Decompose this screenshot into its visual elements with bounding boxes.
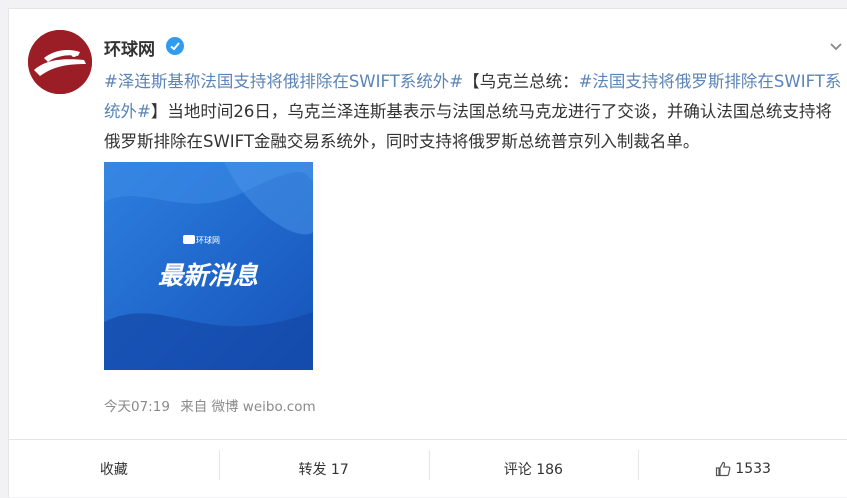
- post-image[interactable]: 环球网 最新消息: [104, 162, 313, 370]
- repost-label: 转发 17: [298, 462, 349, 478]
- huanqiu-small-logo-icon: 环球网: [183, 235, 220, 245]
- repost-button[interactable]: 转发 17: [218, 440, 429, 498]
- author-name[interactable]: 环球网: [104, 35, 155, 60]
- post-source[interactable]: 来自 微博 weibo.com: [180, 399, 315, 415]
- hashtag-link[interactable]: #泽连斯基称法国支持将俄排除在SWIFT系统外#: [104, 72, 463, 91]
- weibo-post-card: 环球网 #泽连斯基称法国支持将俄排除在SWIFT系统外#【乌克兰总统：#法国支持…: [8, 8, 847, 497]
- post-time[interactable]: 今天07:19: [104, 399, 170, 415]
- post-meta: 今天07:19 来自 微博 weibo.com: [104, 395, 316, 415]
- huanqiu-logo-icon: [28, 30, 92, 94]
- comment-button[interactable]: 评论 186: [428, 440, 639, 498]
- action-bar: 收藏 转发 17 评论 186 1533: [9, 440, 847, 498]
- author-avatar[interactable]: [28, 30, 92, 94]
- image-headline: 最新消息: [158, 261, 259, 290]
- post-text: #泽连斯基称法国支持将俄排除在SWIFT系统外#【乌克兰总统：#法国支持将俄罗斯…: [104, 67, 844, 157]
- chevron-down-icon[interactable]: [829, 39, 843, 53]
- thumb-logo-text: 环球网: [196, 235, 220, 245]
- comment-label: 评论 186: [503, 462, 563, 478]
- post-text-segment: 】当地时间26日，乌克兰泽连斯基表示与法国总统马克龙进行了交谈，并确认法国总统支…: [104, 102, 832, 151]
- like-button[interactable]: 1533: [638, 440, 847, 498]
- like-count: 1533: [735, 461, 771, 477]
- favorite-button[interactable]: 收藏: [9, 440, 219, 498]
- verified-badge-icon: [166, 37, 184, 55]
- thumbs-up-icon: [715, 461, 731, 477]
- post-text-segment: 【乌克兰总统：: [463, 72, 579, 91]
- favorite-label: 收藏: [99, 462, 128, 478]
